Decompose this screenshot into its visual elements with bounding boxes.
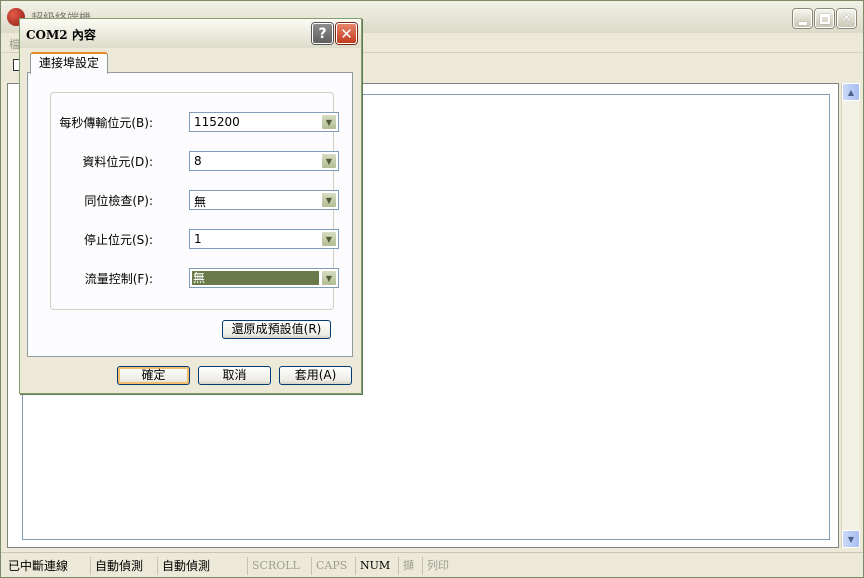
baud-rate-select[interactable]: 115200 ▼ bbox=[189, 112, 339, 132]
stop-bits-value: 1 bbox=[194, 232, 202, 246]
status-connection: 已中斷連線 bbox=[8, 559, 69, 573]
parity-value: 無 bbox=[194, 195, 207, 209]
status-num: NUM bbox=[355, 557, 396, 575]
apply-button[interactable]: 套用(A) bbox=[279, 366, 352, 385]
status-caps: CAPS bbox=[311, 557, 353, 575]
main-close-button[interactable]: ✕ bbox=[837, 9, 856, 28]
status-detect-1: 自動偵測 bbox=[90, 557, 155, 575]
stop-bits-label: 停止位元(S): bbox=[83, 233, 153, 247]
close-icon: ✕ bbox=[340, 24, 353, 43]
port-settings-panel: 每秒傳輸位元(B): 115200 ▼ 資料位元(D): 8 ▼ 同位檢查(P)… bbox=[27, 72, 353, 357]
chevron-down-icon[interactable]: ▼ bbox=[321, 231, 337, 247]
parity-select[interactable]: 無 ▼ bbox=[189, 190, 339, 210]
dialog-titlebar[interactable]: COM2 內容 ? ✕ bbox=[20, 19, 361, 48]
flow-control-select[interactable]: 無 ▼ bbox=[189, 268, 339, 288]
maximize-button[interactable] bbox=[815, 9, 834, 28]
status-scroll: SCROLL bbox=[247, 557, 309, 575]
maximize-icon bbox=[820, 14, 830, 24]
cancel-button[interactable]: 取消 bbox=[198, 366, 271, 385]
settings-group: 每秒傳輸位元(B): 115200 ▼ 資料位元(D): 8 ▼ 同位檢查(P)… bbox=[50, 92, 339, 310]
chevron-down-icon[interactable]: ▼ bbox=[321, 153, 337, 169]
scroll-down-icon[interactable]: ▼ bbox=[842, 530, 860, 548]
parity-label: 同位檢查(P): bbox=[84, 194, 153, 208]
vertical-scrollbar[interactable]: ▲ ▼ bbox=[841, 83, 860, 548]
flow-control-label: 流量控制(F): bbox=[84, 272, 153, 286]
chevron-down-icon[interactable]: ▼ bbox=[321, 270, 337, 286]
chevron-down-icon[interactable]: ▼ bbox=[321, 192, 337, 208]
dialog-close-button[interactable]: ✕ bbox=[336, 23, 357, 44]
minimize-button[interactable] bbox=[793, 9, 812, 28]
data-bits-label: 資料位元(D): bbox=[82, 155, 153, 169]
restore-defaults-button[interactable]: 還原成預設值(R) bbox=[222, 320, 331, 339]
stop-bits-select[interactable]: 1 ▼ bbox=[189, 229, 339, 249]
dialog-title: COM2 內容 bbox=[26, 28, 96, 42]
data-bits-select[interactable]: 8 ▼ bbox=[189, 151, 339, 171]
ok-button[interactable]: 確定 bbox=[117, 366, 190, 385]
com2-properties-dialog: COM2 內容 ? ✕ 連接埠設定 每秒傳輸位元(B): 115200 ▼ 資料… bbox=[19, 18, 362, 394]
chevron-down-icon[interactable]: ▼ bbox=[321, 114, 337, 130]
status-capture: 擷 bbox=[398, 557, 420, 575]
status-detect-2: 自動偵測 bbox=[157, 557, 245, 575]
baud-rate-value: 115200 bbox=[194, 115, 240, 129]
data-bits-value: 8 bbox=[194, 154, 202, 168]
tab-port-settings[interactable]: 連接埠設定 bbox=[30, 52, 109, 74]
scroll-up-icon[interactable]: ▲ bbox=[842, 83, 860, 101]
minimize-icon bbox=[799, 22, 807, 25]
status-print: 列印 bbox=[422, 557, 462, 575]
close-icon: ✕ bbox=[841, 11, 852, 26]
baud-rate-label: 每秒傳輸位元(B): bbox=[59, 116, 153, 130]
status-bar: 已中斷連線 自動偵測 自動偵測 SCROLL CAPS NUM 擷 列印 bbox=[1, 552, 863, 577]
help-icon: ? bbox=[318, 25, 327, 42]
flow-control-value: 無 bbox=[192, 271, 319, 285]
help-button[interactable]: ? bbox=[312, 23, 333, 44]
